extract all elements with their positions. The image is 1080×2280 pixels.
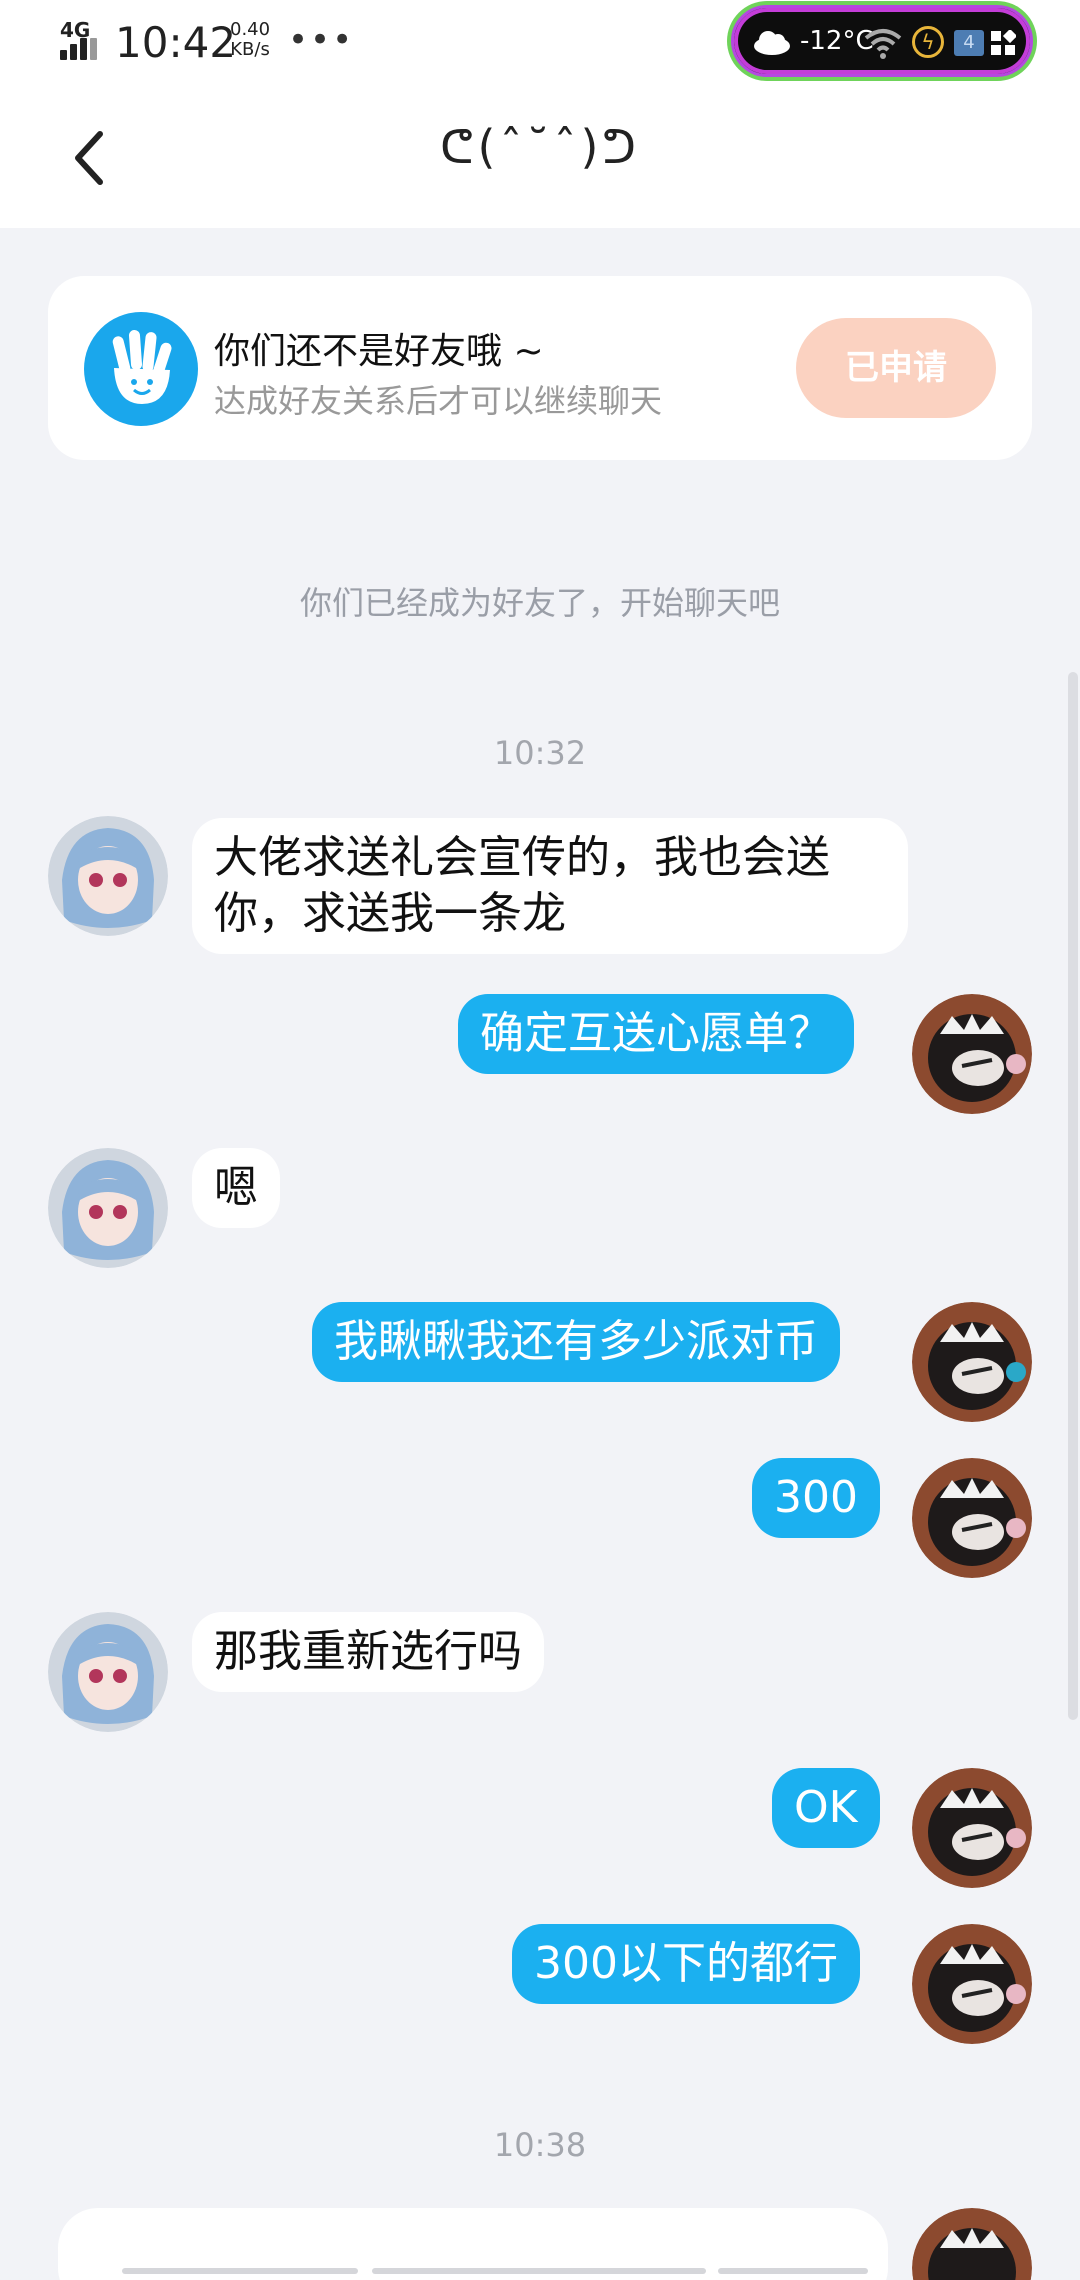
more-status-icon: ••• [288, 20, 355, 60]
friend-card-subtitle: 达成好友关系后才可以继续聊天 [214, 382, 663, 420]
message-bubble-sent: 确定互送心愿单？ [458, 994, 854, 1074]
message-bubble-received: 那我重新选行吗 [192, 1612, 544, 1692]
message-text: 300 [774, 1472, 858, 1523]
message-bubble-sent: 300 [752, 1458, 880, 1538]
message-text: 嗯 [214, 1162, 258, 1213]
cellular-signal-icon: 4G [58, 18, 104, 62]
message-bubble-sent: 300以下的都行 [512, 1924, 860, 2004]
apps-icon [991, 30, 1016, 55]
chat-title: ᕦ(ˆ˘ˆ)ᕤ [439, 120, 641, 174]
contact-avatar[interactable] [48, 1148, 168, 1268]
network-speed: 0.40 KB/s [230, 20, 270, 60]
message-bubble-sent: 我瞅瞅我还有多少派对币 [312, 1302, 840, 1382]
hand-wave-icon [84, 312, 198, 426]
temperature: -12°C [800, 26, 874, 56]
friend-request-card: 你们还不是好友哦 ~ 达成好友关系后才可以继续聊天 已申请 [48, 276, 1032, 460]
battery-icon: 4 [954, 30, 984, 56]
my-avatar[interactable] [912, 1458, 1032, 1578]
charging-icon: ϟ [912, 26, 944, 58]
my-avatar[interactable] [912, 994, 1032, 1114]
scrollbar[interactable] [1068, 672, 1078, 1720]
message-bubble-received: 嗯 [192, 1148, 280, 1228]
system-message: 你们已经成为好友了，开始聊天吧 [299, 584, 780, 622]
cloud-icon [754, 31, 790, 55]
network-speed-unit: KB/s [230, 39, 270, 60]
chat-header: ᕦ(ˆ˘ˆ)ᕤ [0, 90, 1080, 228]
my-avatar[interactable] [912, 1302, 1032, 1422]
message-text: 确定互送心愿单？ [480, 1008, 832, 1059]
message-bubble-sent: OK [772, 1768, 880, 1848]
message-bubble-received: 大佬求送礼会宣传的，我也会送 你，求送我一条龙 [192, 818, 908, 954]
message-text: 我瞅瞅我还有多少派对币 [334, 1316, 818, 1367]
status-pill: -12°C ϟ 4 [731, 5, 1033, 77]
contact-avatar[interactable] [48, 1612, 168, 1732]
my-avatar[interactable] [912, 1768, 1032, 1888]
message-text: 大佬求送礼会宣传的，我也会送 [214, 832, 830, 883]
message-text: 300以下的都行 [534, 1938, 838, 1989]
status-time: 10:42 [115, 18, 237, 67]
gift-card-preview[interactable] [58, 2208, 888, 2280]
message-text: 那我重新选行吗 [214, 1626, 522, 1677]
message-text: 你，求送我一条龙 [214, 888, 566, 939]
network-speed-value: 0.40 [230, 19, 271, 40]
status-bar: 4G 10:42 0.40 KB/s ••• -12°C ϟ 4 [0, 0, 1080, 90]
friend-card-title: 你们还不是好友哦 ~ [214, 331, 544, 372]
timestamp: 10:38 [493, 2126, 587, 2164]
my-avatar[interactable] [912, 2208, 1032, 2280]
wifi-icon [864, 29, 902, 59]
contact-avatar[interactable] [48, 816, 168, 936]
applied-button[interactable]: 已申请 [796, 318, 996, 418]
my-avatar[interactable] [912, 1924, 1032, 2044]
message-text: OK [794, 1782, 858, 1833]
timestamp: 10:32 [493, 734, 587, 772]
